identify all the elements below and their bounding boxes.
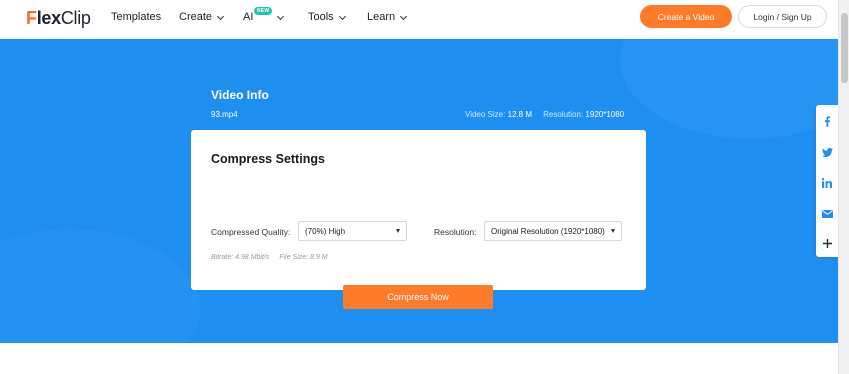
decorative-blob [0,229,200,343]
nav-templates[interactable]: Templates [111,11,161,23]
chevron-down-icon [216,12,225,20]
logo-text-lex: lex [36,8,61,28]
decorative-blob [620,39,838,139]
nav-tools[interactable]: Tools [308,11,346,23]
video-info-title: Video Info [211,88,269,102]
compress-settings-title: Compress Settings [211,152,325,166]
resolution-value: 1920*1080 [585,110,625,119]
video-size-value: 12.8 M [507,110,533,119]
flexclip-logo[interactable]: Flex Clip [26,8,91,29]
create-video-button[interactable]: Create a Video [640,5,732,28]
quality-select[interactable]: (70%) High [298,221,407,241]
linkedin-icon[interactable] [816,173,838,193]
top-header: Flex Clip Templates Create AI NEW Tools L… [0,0,838,39]
video-size-label: Video Size: [465,110,506,119]
resolution-label: Resolution: [543,110,584,119]
twitter-icon[interactable] [816,142,838,162]
resolution-select-label: Resolution: [434,227,477,237]
quality-select-value: (70%) High [305,226,346,236]
chevron-down-icon [277,12,285,20]
nav-ai-label: AI [243,11,254,23]
logo-text-clip: Clip [60,8,91,28]
share-sidebar [816,105,838,257]
login-signup-button[interactable]: Login / Sign Up [738,5,827,28]
video-filename: 93.mp4 [211,110,238,119]
quality-label: Compressed Quality: [211,227,291,237]
facebook-icon[interactable] [816,111,838,131]
plus-icon[interactable] [816,233,838,253]
page-scrollbar[interactable] [838,0,849,374]
chevron-down-icon [400,12,408,20]
nav-tools-label: Tools [308,11,334,23]
email-icon[interactable] [816,204,838,224]
scrollbar-thumb[interactable] [841,13,848,83]
resolution-select-value: Original Resolution (1920*1080) [491,226,605,236]
bitrate-text: Bitrate: 4.98 Mbit/s [211,254,270,261]
output-estimate: Bitrate: 4.98 Mbit/s File Size: 8.9 M [211,254,336,261]
file-size-text: File Size: 8.9 M [279,254,328,261]
nav-learn-label: Learn [367,11,396,23]
hero-section: Video Info 93.mp4 Video Size: 12.8 M Res… [0,39,838,343]
nav-create-label: Create [179,11,213,23]
nav-create[interactable]: Create [179,11,225,23]
new-badge: NEW [254,7,273,15]
chevron-down-icon [338,12,346,20]
logo-mark: F [26,8,37,28]
nav-learn[interactable]: Learn [367,11,408,23]
dropdown-arrow-icon [611,229,615,233]
compress-now-button[interactable]: Compress Now [343,285,493,309]
video-meta: Video Size: 12.8 M Resolution: 1920*1080 [465,110,624,119]
compress-settings-card: Compress Settings Compressed Quality: (7… [191,130,646,309]
nav-templates-label: Templates [111,11,162,23]
resolution-select[interactable]: Original Resolution (1920*1080) [484,221,622,241]
dropdown-arrow-icon [396,229,400,233]
